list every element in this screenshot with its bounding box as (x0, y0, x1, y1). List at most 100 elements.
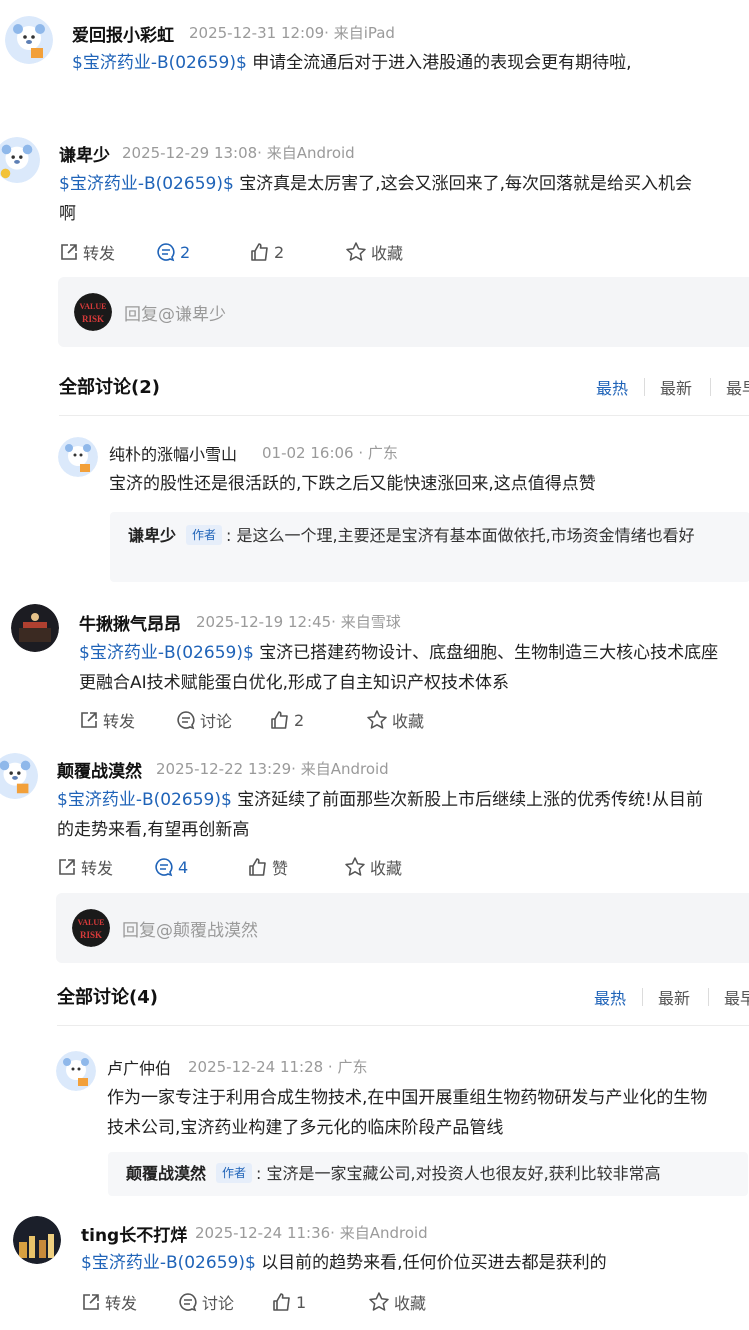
comment-button[interactable]: 讨论 (176, 707, 232, 733)
post-2: 谦卑少 2025-12-29 13:08· 来自Android $宝济药业-B(… (0, 115, 749, 582)
comment-username[interactable]: 纯朴的涨幅小雪山 (109, 441, 237, 465)
comment-meta: 2025-12-24 11:28 · 广东 (188, 1058, 368, 1076)
post-text-line-2: 更融合AI技术赋能蛋白优化,形成了自主知识产权技术体系 (79, 673, 510, 693)
post-meta: 2025-12-19 12:45· 来自雪球 (196, 613, 401, 631)
comment-button[interactable]: 讨论 (178, 1289, 234, 1315)
author-tag: 作者 (186, 525, 223, 545)
comment-icon (179, 1293, 197, 1312)
share-button[interactable]: 转发 (81, 1289, 137, 1315)
like-button[interactable]: 赞 (248, 854, 288, 880)
post-text-line-1: 宝济已搭建药物设计、底盘细胞、生物制造三大核心技术底座 (259, 643, 719, 663)
sort-early-tab[interactable]: 最早 (724, 985, 749, 1009)
sort-hot-tab[interactable]: 最热 (594, 985, 626, 1009)
stock-link[interactable]: $宝济药业-B(02659)$ (72, 53, 247, 73)
stock-link[interactable]: $宝济药业-B(02659)$ (57, 790, 232, 810)
comment-text-line-1: 作为一家专注于利用合成生物技术,在中国开展重组生物药物研发与产业化的生物 (107, 1088, 708, 1108)
svg-text:VALUE: VALUE (78, 918, 105, 927)
post-meta: 2025-12-31 12:09· 来自iPad (189, 24, 395, 42)
like-button[interactable]: 2 (250, 239, 284, 265)
comment-button[interactable]: 4 (154, 854, 188, 880)
username[interactable]: ting长不打烊 (81, 1221, 187, 1246)
share-button[interactable]: 转发 (57, 854, 113, 880)
like-button[interactable]: 1 (272, 1289, 306, 1315)
post-1: 爱回报小彩虹 2025-12-31 12:09· 来自iPad $宝济药业-B(… (0, 0, 749, 110)
comment-avatar[interactable] (56, 1051, 96, 1091)
favorite-button[interactable]: 收藏 (366, 707, 424, 733)
post-text-line-1: 宝济延续了前面那些次新股上市后继续上涨的优秀传统!从目前 (237, 790, 704, 810)
share-button[interactable]: 转发 (59, 239, 115, 265)
username[interactable]: 爱回报小彩虹 (72, 21, 174, 46)
post-content: $宝济药业-B(02659)$ 宝济真是太厉害了,这会又涨回来了,每次回落就是给… (59, 169, 749, 229)
divider (644, 378, 645, 396)
star-icon (369, 1292, 389, 1311)
sort-early-tab[interactable]: 最早 (726, 375, 749, 399)
post-text-line-1: 宝济真是太厉害了,这会又涨回来了,每次回落就是给买入机会 (239, 174, 692, 194)
divider (642, 988, 643, 1006)
thumbs-up-icon (271, 711, 288, 729)
username[interactable]: 颠覆战漠然 (57, 757, 142, 782)
thumbs-up-icon (251, 243, 268, 261)
user-avatar[interactable] (0, 753, 38, 799)
sort-hot-tab[interactable]: 最热 (596, 375, 628, 399)
stock-link[interactable]: $宝济药业-B(02659)$ (79, 643, 254, 663)
share-button[interactable]: 转发 (79, 707, 135, 733)
post-5: ting长不打烊 2025-12-24 11:36· 来自Android $宝济… (0, 1200, 749, 1330)
user-avatar[interactable] (5, 16, 53, 64)
comment-text-line-2: 技术公司,宝济药业构建了多元化的临床阶段产品管线 (107, 1118, 504, 1138)
post-meta: 2025-12-24 11:36· 来自Android (195, 1224, 428, 1242)
comment-icon (155, 858, 173, 877)
user-avatar[interactable] (13, 1216, 61, 1264)
reply-input[interactable]: VALUE RISK 回复@颠覆战漠然 (56, 893, 749, 963)
user-avatar[interactable] (11, 604, 59, 652)
share-icon (83, 1294, 99, 1310)
discussion-header: 全部讨论(4) 最热 最新 最早 (57, 975, 749, 1026)
svg-text:VALUE: VALUE (80, 302, 107, 311)
star-icon (367, 710, 387, 729)
author-tag: 作者 (216, 1163, 253, 1183)
author-reply: 颠覆战漠然 作者: 宝济是一家宝藏公司,对投资人也很友好,获利比较非常高 (108, 1152, 748, 1196)
divider (710, 378, 711, 396)
post-content: $宝济药业-B(02659)$ 宝济已搭建药物设计、底盘细胞、生物制造三大核心技… (79, 638, 749, 698)
username[interactable]: 谦卑少 (59, 141, 110, 166)
stock-link[interactable]: $宝济药业-B(02659)$ (59, 174, 234, 194)
post-4: 颠覆战漠然 2025-12-22 13:29· 来自Android $宝济药业-… (0, 745, 749, 1200)
author-reply-name[interactable]: 谦卑少 (128, 526, 176, 545)
divider (708, 988, 709, 1006)
svg-text:RISK: RISK (80, 930, 102, 940)
author-reply-name[interactable]: 颠覆战漠然 (126, 1164, 206, 1183)
star-icon (345, 857, 365, 876)
reply-placeholder: 回复@谦卑少 (124, 305, 226, 325)
author-reply-text: 颠覆战漠然 作者: 宝济是一家宝藏公司,对投资人也很友好,获利比较非常高 (126, 1163, 661, 1183)
author-reply: 谦卑少 作者: 是这么一个理,主要还是宝济有基本面做依托,市场资金情绪也看好 (110, 512, 749, 582)
post-meta: 2025-12-29 13:08· 来自Android (122, 144, 355, 162)
comment-avatar[interactable] (58, 437, 98, 477)
thumbs-up-icon (249, 858, 266, 876)
comment-username[interactable]: 卢广仲伯 (107, 1055, 171, 1079)
reply-placeholder: 回复@颠覆战漠然 (122, 921, 258, 941)
author-reply-text: 谦卑少 作者: 是这么一个理,主要还是宝济有基本面做依托,市场资金情绪也看好 (128, 525, 695, 545)
username[interactable]: 牛揪揪气昂昂 (79, 610, 181, 635)
comment-icon (157, 243, 175, 262)
like-button[interactable]: 2 (270, 707, 304, 733)
post-text-line-2: 啊 (59, 204, 76, 224)
discussion-title: 全部讨论(2) (59, 377, 160, 398)
favorite-button[interactable]: 收藏 (368, 1289, 426, 1315)
stock-link[interactable]: $宝济药业-B(02659)$ (81, 1253, 256, 1273)
favorite-button[interactable]: 收藏 (345, 239, 403, 265)
discussion-title: 全部讨论(4) (57, 987, 158, 1008)
post-text: 以目前的趋势来看,任何价位买进去都是获利的 (261, 1253, 607, 1273)
comment-meta: 01-02 16:06 · 广东 (262, 444, 398, 462)
comment-button[interactable]: 2 (156, 239, 190, 265)
value-risk-avatar: VALUE RISK (72, 909, 110, 947)
reply-input[interactable]: VALUE RISK 回复@谦卑少 (58, 277, 749, 347)
user-avatar[interactable] (0, 137, 40, 183)
star-icon (346, 242, 366, 261)
post-text: 申请全流通后对于进入港股通的表现会更有期待啦, (252, 53, 632, 73)
comment-icon (177, 711, 195, 730)
share-icon (59, 859, 75, 875)
favorite-button[interactable]: 收藏 (344, 854, 402, 880)
sort-new-tab[interactable]: 最新 (658, 985, 690, 1009)
sort-new-tab[interactable]: 最新 (660, 375, 692, 399)
post-meta: 2025-12-22 13:29· 来自Android (156, 760, 389, 778)
post-content: $宝济药业-B(02659)$ 申请全流通后对于进入港股通的表现会更有期待啦, (72, 48, 632, 78)
